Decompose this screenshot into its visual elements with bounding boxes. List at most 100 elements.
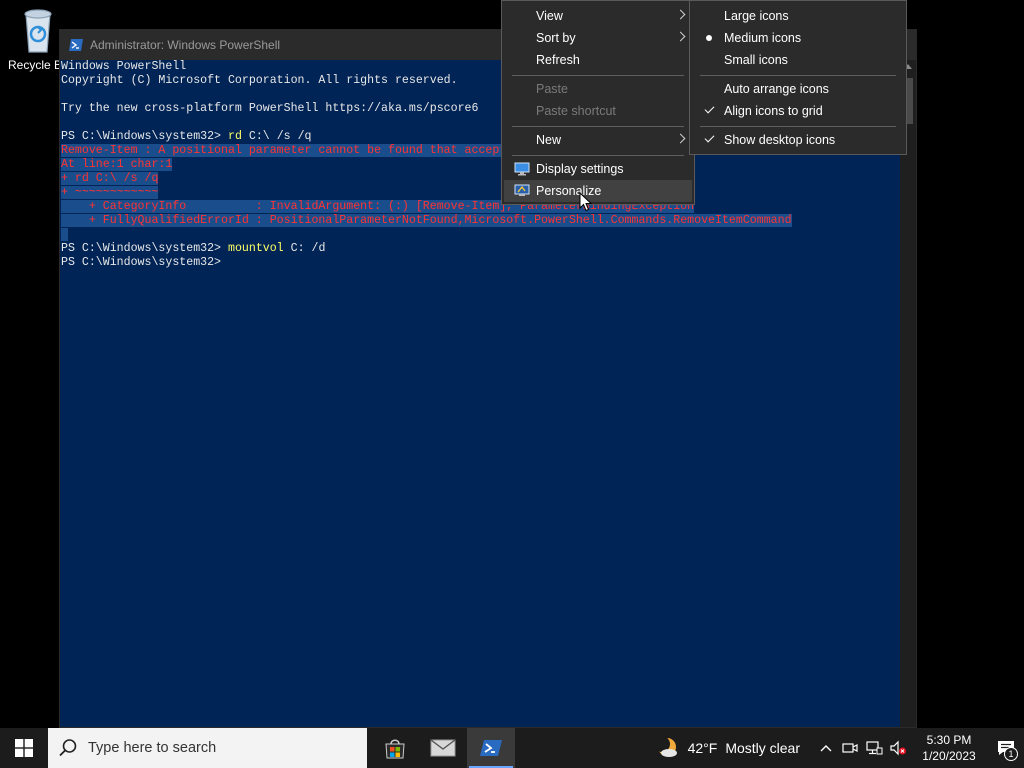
moon-cloud-weather-icon [653,736,677,757]
menu-item-auto-arrange[interactable]: Auto arrange icons [692,78,904,100]
console-command: rd [227,130,242,143]
radio-selected-icon [706,35,712,41]
mouse-cursor-icon [579,192,593,212]
console-text: PS C:\Windows\system32> [61,256,222,269]
menu-item-show-desktop-icons[interactable]: Show desktop icons [692,129,904,151]
menu-item-align-to-grid-label: Align icons to grid [724,104,823,118]
menu-item-medium-icons[interactable]: Medium icons [692,27,904,49]
console-arguments: C:\ /s /q [241,130,312,143]
menu-item-refresh-label: Refresh [536,53,580,67]
taskbar-search-box[interactable]: Type here to search [48,728,367,768]
menu-item-paste-shortcut: Paste shortcut [504,100,692,122]
console-error-text: + rd C:\ /s /q [61,172,159,185]
mail-icon [430,739,456,757]
menu-item-display-settings-label: Display settings [536,162,624,176]
menu-item-auto-arrange-label: Auto arrange icons [724,82,829,96]
tray-network[interactable] [862,728,886,768]
console-line: At line:1 char:1 [61,158,901,172]
show-hidden-icons-button[interactable] [814,728,838,768]
console-line: PS C:\Windows\system32> [61,256,901,270]
checkmark-icon [704,132,715,143]
weather-condition: Mostly clear [725,740,800,756]
console-error-text: + ~~~~~~~~~~~~ [61,186,159,199]
display-settings-icon [514,162,530,176]
menu-item-personalize[interactable]: Personalize [504,180,692,202]
menu-item-align-to-grid[interactable]: Align icons to grid [692,100,904,122]
microsoft-store-icon [385,739,405,759]
menu-item-new[interactable]: New [504,129,692,151]
clock-date: 1/20/2023 [922,749,976,763]
menu-item-view[interactable]: View [504,5,692,27]
console-command: mountvol [227,242,284,255]
console-line: + ~~~~~~~~~~~~ [61,186,901,200]
menu-item-paste: Paste [504,78,692,100]
menu-item-medium-icons-label: Medium icons [724,31,802,45]
console-text: Windows PowerShell [61,60,187,73]
powershell-icon [480,740,502,756]
menu-item-large-icons[interactable]: Large icons [692,5,904,27]
tray-volume[interactable] [886,728,910,768]
taskbar-mail-app[interactable] [419,728,467,768]
menu-item-small-icons[interactable]: Small icons [692,49,904,71]
menu-separator [512,155,684,156]
windows-logo-icon [15,739,33,757]
chevron-right-icon [677,135,684,145]
volume-muted-icon [890,740,906,756]
desktop-context-menu: View Sort by Refresh Paste Paste shortcu… [501,0,695,205]
weather-temperature: 42°F [687,740,718,756]
menu-item-display-settings[interactable]: Display settings [504,158,692,180]
powershell-icon [69,39,83,51]
recycle-bin-icon [24,9,52,53]
console-scrollbar[interactable] [900,60,916,727]
taskbar-powershell-app[interactable] [467,728,515,768]
console-line [61,228,901,242]
clock-time: 5:30 PM [926,733,972,747]
chevron-right-icon [677,33,684,43]
menu-item-paste-label: Paste [536,82,568,96]
weather-widget[interactable]: 42°F Mostly clear [653,736,800,760]
checkmark-icon [704,103,715,114]
menu-item-sort-by[interactable]: Sort by [504,27,692,49]
menu-item-sort-by-label: Sort by [536,31,576,45]
personalize-icon [514,184,530,196]
window-title: Administrator: Windows PowerShell [90,38,281,52]
menu-separator [512,126,684,127]
console-error-text: At line:1 char:1 [61,158,173,171]
system-tray: 42°F Mostly clear 5:30 PM 1/20/2023 1 [653,728,1024,768]
search-icon [59,739,77,757]
action-center-button[interactable]: 1 [988,728,1024,768]
console-line: PS C:\Windows\system32> mountvol C: /d [61,242,901,256]
console-arguments: C: /d [283,242,326,255]
console-line: + CategoryInfo : InvalidArgument: (:) [R… [61,200,901,214]
chevron-up-icon [820,745,832,752]
taskbar-store-app[interactable] [371,728,419,768]
notification-count-badge: 1 [1004,747,1018,761]
start-button[interactable] [0,728,48,768]
console-error-text: + FullyQualifiedErrorId : PositionalPara… [61,214,792,227]
console-text: Try the new cross-platform PowerShell ht… [61,102,479,115]
menu-separator [700,75,896,76]
console-line: + FullyQualifiedErrorId : PositionalPara… [61,214,901,228]
console-prompt: PS C:\Windows\system32> [61,242,228,255]
console-line: + rd C:\ /s /q [61,172,901,186]
menu-item-view-label: View [536,9,563,23]
menu-separator [700,126,896,127]
console-text: Copyright (C) Microsoft Corporation. All… [61,74,458,87]
view-submenu: Large icons Medium icons Small icons Aut… [689,0,907,155]
menu-item-refresh[interactable]: Refresh [504,49,692,71]
taskbar: Type here to search 42°F Mostly clear 5:… [0,728,1024,768]
console-output[interactable]: Windows PowerShell Copyright (C) Microsof… [60,60,901,727]
menu-item-small-icons-label: Small icons [724,53,788,67]
console-prompt: PS C:\Windows\system32> [61,130,228,143]
menu-item-show-desktop-icons-label: Show desktop icons [724,133,836,147]
search-placeholder: Type here to search [88,740,217,756]
network-icon [866,741,883,755]
menu-separator [512,75,684,76]
tray-meet-now[interactable] [838,728,862,768]
menu-item-paste-shortcut-label: Paste shortcut [536,104,616,118]
taskbar-clock[interactable]: 5:30 PM 1/20/2023 [914,732,984,764]
camera-icon [842,743,858,753]
menu-item-new-label: New [536,133,562,147]
menu-item-large-icons-label: Large icons [724,9,789,23]
console-text [61,228,68,241]
